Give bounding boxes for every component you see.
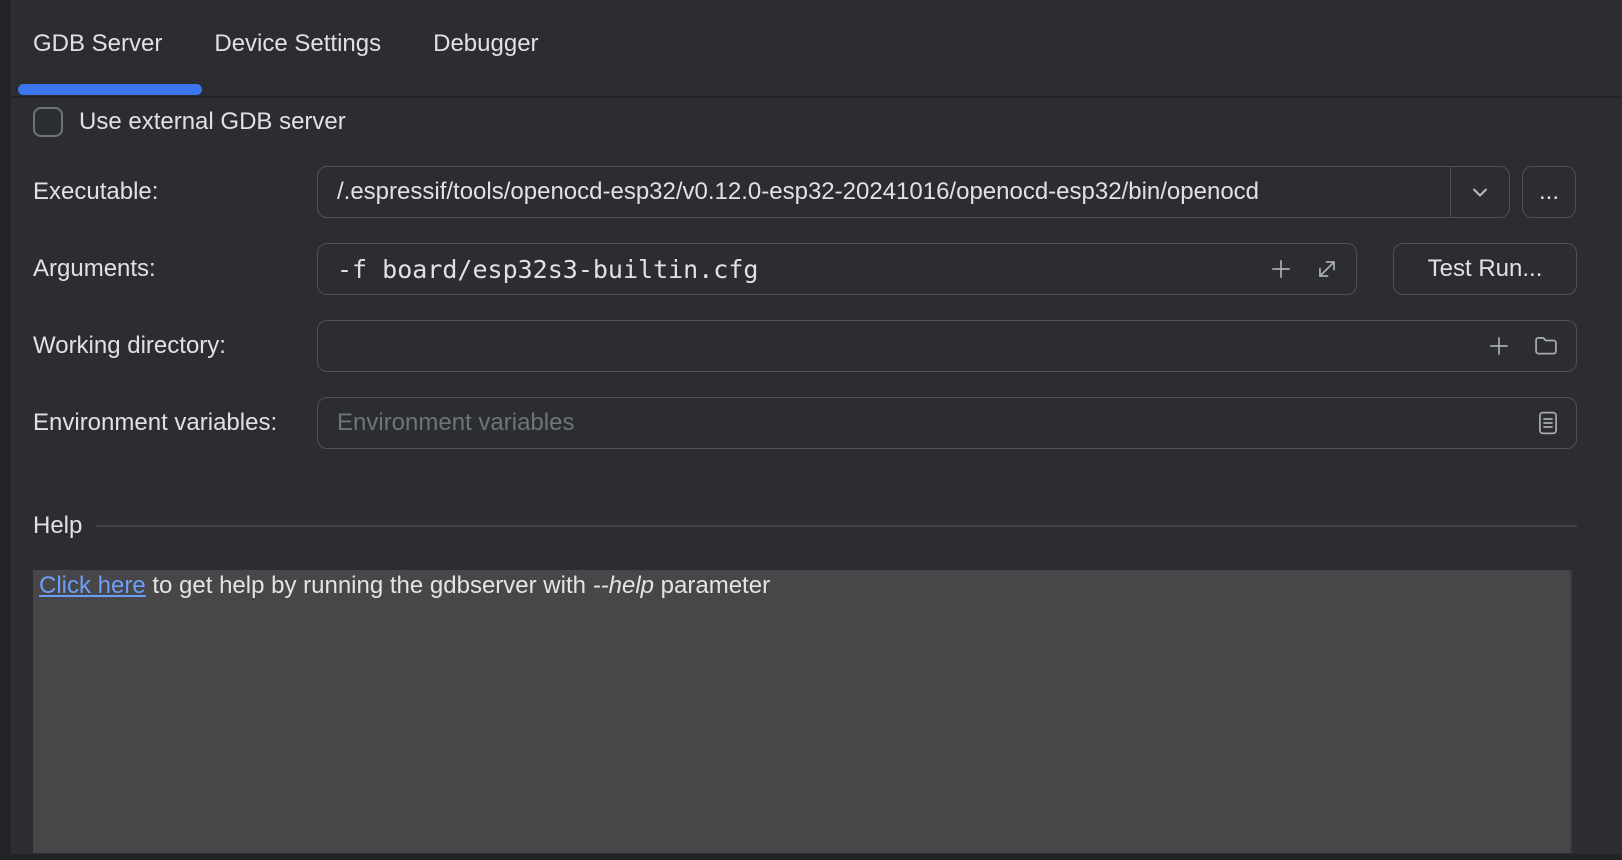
arguments-row: Arguments: Test Run... [0,243,1622,295]
use-external-gdb-server-checkbox[interactable] [33,107,63,137]
working-directory-label: Working directory: [33,320,226,372]
help-text-middle: to get help by running the gdbserver wit… [146,572,593,599]
executable-label: Executable: [33,166,158,218]
gdb-server-settings-panel: GDB Server Device Settings Debugger Use … [0,0,1622,860]
help-group-separator [96,525,1577,527]
expand-icon[interactable] [1314,256,1340,282]
help-group-title: Help [33,512,82,540]
browse-executable-button[interactable]: ... [1522,166,1576,218]
tab-gdb-server[interactable]: GDB Server [33,30,162,64]
environment-variables-row: Environment variables: [0,397,1622,449]
list-browse-icon[interactable] [1534,408,1562,438]
use-external-gdb-server-row: Use external GDB server [33,107,346,137]
window-bottom-edge [0,854,1622,860]
help-flag-text: --help [593,572,654,599]
active-tab-indicator [18,84,202,95]
tab-debugger[interactable]: Debugger [433,30,538,64]
working-directory-input[interactable] [318,321,1486,371]
environment-variables-label: Environment variables: [33,397,277,449]
folder-icon[interactable] [1532,332,1560,360]
tab-device-settings[interactable]: Device Settings [214,30,381,64]
help-text-end: parameter [654,572,770,599]
chevron-down-icon[interactable] [1450,167,1509,217]
executable-value[interactable]: /.espressif/tools/openocd-esp32/v0.12.0-… [318,178,1450,206]
executable-combobox[interactable]: /.espressif/tools/openocd-esp32/v0.12.0-… [317,166,1510,218]
tabbar-separator [0,96,1622,98]
test-run-button[interactable]: Test Run... [1393,243,1577,295]
executable-row: Executable: /.espressif/tools/openocd-es… [0,166,1622,218]
plus-icon[interactable] [1486,333,1512,359]
environment-variables-field-wrap [317,397,1577,449]
help-group-header: Help [33,512,1577,540]
plus-icon[interactable] [1268,256,1294,282]
help-output-panel: Click here to get help by running the gd… [33,570,1572,853]
arguments-field-wrap [317,243,1357,295]
environment-variables-input[interactable] [318,398,1534,448]
arguments-input[interactable] [318,244,1268,294]
help-click-here-link[interactable]: Click here [39,572,146,599]
working-directory-row: Working directory: [0,320,1622,372]
working-directory-field-wrap [317,320,1577,372]
settings-tabbar: GDB Server Device Settings Debugger [33,30,539,64]
arguments-label: Arguments: [33,243,156,295]
use-external-gdb-server-label[interactable]: Use external GDB server [79,108,346,136]
